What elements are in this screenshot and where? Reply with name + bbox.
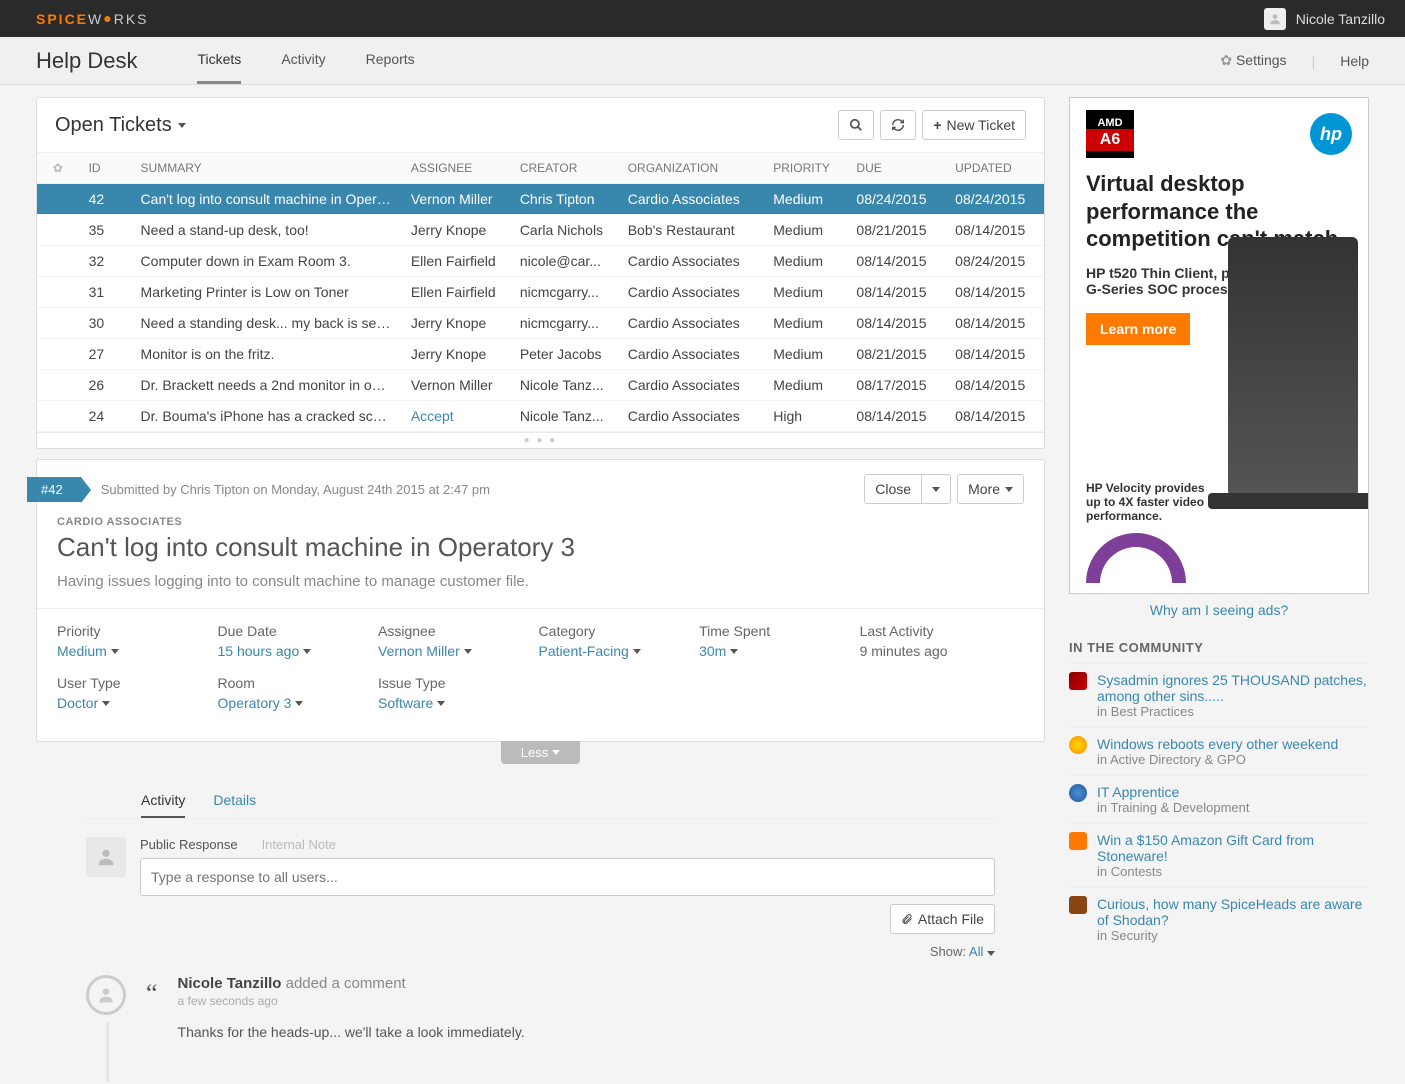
ticket-property[interactable]: Due Date15 hours ago <box>218 623 379 659</box>
tab-activity[interactable]: Activity <box>281 37 325 84</box>
table-row[interactable]: 30Need a standing desk... my back is ser… <box>37 308 1044 339</box>
tab-reports[interactable]: Reports <box>366 37 415 84</box>
response-input[interactable] <box>140 858 995 896</box>
comment-header: Nicole Tanzillo added a comment <box>178 975 995 992</box>
community-icon <box>1069 736 1087 754</box>
table-row[interactable]: 26Dr. Brackett needs a 2nd monitor in op… <box>37 370 1044 401</box>
community-icon <box>1069 784 1087 802</box>
ticket-property[interactable]: Time Spent30m <box>699 623 860 659</box>
search-button[interactable] <box>838 110 874 140</box>
col-org[interactable]: ORGANIZATION <box>618 153 764 184</box>
attach-file-button[interactable]: Attach File <box>890 904 995 934</box>
ticket-property[interactable]: User TypeDoctor <box>57 675 218 711</box>
table-settings-icon[interactable]: ✿ <box>37 153 79 184</box>
col-assignee[interactable]: ASSIGNEE <box>401 153 510 184</box>
plus-icon: + <box>933 117 941 133</box>
ticket-property: Last Activity9 minutes ago <box>860 623 1021 659</box>
help-link[interactable]: Help <box>1340 53 1369 69</box>
community-item[interactable]: IT Apprenticein Training & Development <box>1069 775 1369 823</box>
subtab-activity[interactable]: Activity <box>141 784 185 818</box>
collapse-button[interactable]: Less <box>501 741 580 764</box>
organization-label: CARDIO ASSOCIATES <box>57 516 1024 528</box>
community-heading: IN THE COMMUNITY <box>1069 640 1369 655</box>
tab-tickets[interactable]: Tickets <box>197 37 241 84</box>
ticket-property[interactable]: CategoryPatient-Facing <box>539 623 700 659</box>
commenter-avatar <box>86 975 126 1015</box>
refresh-button[interactable] <box>880 110 916 140</box>
brand-logo[interactable]: SPICEW●RKS <box>36 11 149 27</box>
close-dropdown[interactable] <box>922 474 951 504</box>
table-row[interactable]: 31Marketing Printer is Low on TonerEllen… <box>37 277 1044 308</box>
ticket-id-badge: #42 <box>27 477 81 502</box>
paperclip-icon <box>901 912 913 926</box>
ticket-title: Can't log into consult machine in Operat… <box>57 532 1024 563</box>
ticket-filter-dropdown[interactable]: Open Tickets <box>55 114 186 137</box>
table-row[interactable]: 32Computer down in Exam Room 3.Ellen Fai… <box>37 246 1044 277</box>
col-id[interactable]: ID <box>79 153 131 184</box>
table-row[interactable]: 35Need a stand-up desk, too!Jerry KnopeC… <box>37 215 1044 246</box>
amd-logo: AMDA6 <box>1086 110 1134 158</box>
community-icon <box>1069 896 1087 914</box>
why-ads-link[interactable]: Why am I seeing ads? <box>1150 602 1289 618</box>
more-button[interactable]: More <box>957 474 1024 504</box>
community-item[interactable]: Win a $150 Amazon Gift Card from Stonewa… <box>1069 823 1369 887</box>
ticket-property[interactable]: PriorityMedium <box>57 623 218 659</box>
table-row[interactable]: 27Monitor is on the fritz.Jerry KnopePet… <box>37 339 1044 370</box>
col-updated[interactable]: UPDATED <box>945 153 1044 184</box>
col-due[interactable]: DUE <box>846 153 945 184</box>
caret-down-icon <box>1005 487 1013 492</box>
table-row[interactable]: 42Can't log into consult machine in Oper… <box>37 184 1044 215</box>
col-priority[interactable]: PRIORITY <box>763 153 846 184</box>
show-filter[interactable]: Show: All <box>86 944 995 959</box>
subtab-details[interactable]: Details <box>213 784 256 818</box>
caret-down-icon <box>932 487 940 492</box>
user-avatar-icon <box>1264 8 1286 30</box>
user-name: Nicole Tanzillo <box>1296 11 1385 27</box>
gauge-icon <box>1086 533 1186 583</box>
community-item[interactable]: Windows reboots every other weekendin Ac… <box>1069 727 1369 775</box>
resize-grip[interactable]: ● ● ● <box>37 432 1044 448</box>
community-item[interactable]: Curious, how many SpiceHeads are aware o… <box>1069 887 1369 951</box>
settings-link[interactable]: ✿ Settings <box>1220 52 1286 69</box>
comment-text: Thanks for the heads-up... we'll take a … <box>178 1024 995 1040</box>
ticket-property[interactable]: RoomOperatory 3 <box>218 675 379 711</box>
user-menu[interactable]: Nicole Tanzillo <box>1264 8 1385 30</box>
gear-icon: ✿ <box>1220 52 1232 68</box>
ticket-description: Having issues logging into to consult ma… <box>57 573 1024 590</box>
community-item[interactable]: Sysadmin ignores 25 THOUSAND patches, am… <box>1069 663 1369 727</box>
new-ticket-button[interactable]: + New Ticket <box>922 110 1026 140</box>
submitted-by: Submitted by Chris Tipton on Monday, Aug… <box>101 482 490 497</box>
caret-down-icon <box>552 750 560 755</box>
comment-timestamp: a few seconds ago <box>178 994 995 1008</box>
col-summary[interactable]: SUMMARY <box>131 153 401 184</box>
advertisement[interactable]: AMDA6 hp Virtual desktop performance the… <box>1069 97 1369 594</box>
device-image <box>1228 297 1368 497</box>
internal-note-tab[interactable]: Internal Note <box>262 837 336 852</box>
caret-down-icon <box>178 123 186 128</box>
caret-down-icon <box>987 951 995 956</box>
community-icon <box>1069 672 1087 690</box>
ad-velocity-text: HP Velocity provides up to 4X faster vid… <box>1070 481 1228 523</box>
col-creator[interactable]: CREATOR <box>510 153 618 184</box>
page-title: Help Desk <box>36 48 137 74</box>
ad-cta-button[interactable]: Learn more <box>1086 313 1190 345</box>
hp-logo: hp <box>1310 113 1352 155</box>
table-row[interactable]: 24Dr. Bouma's iPhone has a cracked scree… <box>37 401 1044 432</box>
ticket-property[interactable]: AssigneeVernon Miller <box>378 623 539 659</box>
public-response-tab[interactable]: Public Response <box>140 837 238 852</box>
quote-icon: “ <box>146 979 158 1040</box>
close-button[interactable]: Close <box>864 474 922 504</box>
community-icon <box>1069 832 1087 850</box>
current-user-avatar <box>86 837 126 877</box>
ticket-property[interactable]: Issue TypeSoftware <box>378 675 539 711</box>
